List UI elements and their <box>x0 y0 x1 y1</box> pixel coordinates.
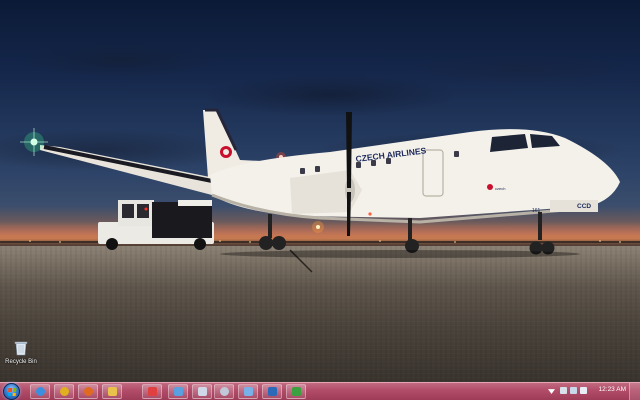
settings-icon <box>220 387 229 396</box>
document-icon <box>198 387 207 396</box>
taskbar-pin-media-player[interactable] <box>142 384 162 399</box>
windows-explorer-icon <box>108 387 117 396</box>
application-icon <box>174 387 183 396</box>
city-lights <box>0 240 640 243</box>
recycle-bin-icon <box>14 340 28 356</box>
taskbar-pin-windows-explorer[interactable] <box>102 384 122 399</box>
security-icon <box>268 387 277 396</box>
desktop-wallpaper: CZECH AIRLINES czech CCD 161 <box>0 0 640 382</box>
registration-text: CCD <box>577 203 591 210</box>
desktop-icon-label: Recycle Bin <box>5 359 37 365</box>
taskbar-pin-application[interactable] <box>168 384 188 399</box>
taskbar-clock[interactable]: 12:23 AM <box>599 386 626 393</box>
media-player-icon <box>148 387 157 396</box>
show-desktop-button[interactable] <box>629 383 640 400</box>
taskbar-pin-chrome[interactable] <box>54 384 74 399</box>
system-tray: 12:23 AM <box>544 383 640 400</box>
taskbar-pin-document[interactable] <box>192 384 212 399</box>
svg-text:czech: czech <box>495 186 505 191</box>
taskbar: 12:23 AM <box>0 382 640 400</box>
taskbar-pin-project[interactable] <box>286 384 306 399</box>
show-hidden-icons-icon[interactable] <box>548 389 555 394</box>
tug-vehicle <box>98 200 214 250</box>
taskbar-pin-firefox[interactable] <box>78 384 98 399</box>
taskbar-pin-network[interactable] <box>238 384 258 399</box>
internet-explorer-icon <box>36 387 45 396</box>
taskbar-pin-settings[interactable] <box>214 384 234 399</box>
network-icon <box>244 387 253 396</box>
action-center-icon[interactable] <box>560 387 567 394</box>
desktop-icon-recycle-bin[interactable]: Recycle Bin <box>4 340 38 365</box>
chrome-icon <box>60 387 69 396</box>
taskbar-pin-internet-explorer[interactable] <box>30 384 50 399</box>
network-status-icon[interactable] <box>570 387 577 394</box>
taskbar-pin-security[interactable] <box>262 384 282 399</box>
firefox-icon <box>84 387 93 396</box>
landing-gear <box>259 212 555 255</box>
windows-start-orb-icon[interactable] <box>3 383 20 400</box>
project-icon <box>292 387 301 396</box>
airport-scene: CZECH AIRLINES czech CCD 161 <box>0 108 640 273</box>
volume-icon[interactable] <box>580 387 587 394</box>
aircraft-propeller <box>346 112 352 236</box>
